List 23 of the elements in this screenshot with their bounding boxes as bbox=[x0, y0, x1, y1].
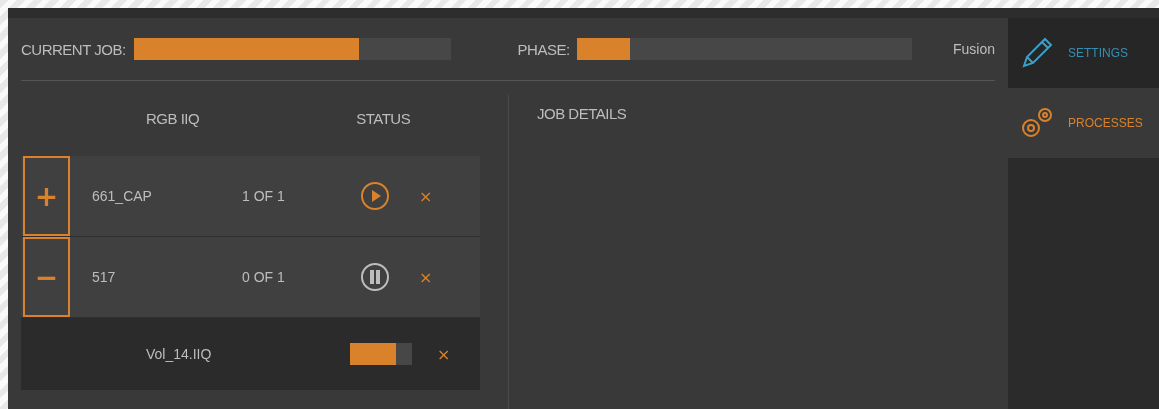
sidebar-item[interactable]: SETTINGS bbox=[1008, 18, 1159, 88]
section-title: JOB DETAILS bbox=[537, 105, 628, 122]
expand-button[interactable]: + bbox=[23, 156, 70, 236]
job-row[interactable]: − 517 0 OF 1 × bbox=[21, 237, 480, 318]
job-name: 661_CAP bbox=[92, 188, 153, 204]
job-count: 0 OF 1 bbox=[242, 269, 286, 285]
remove-button[interactable]: × bbox=[415, 267, 437, 287]
progress-bar bbox=[350, 343, 412, 365]
file-name: Vol_14.IIQ bbox=[146, 346, 213, 362]
remove-button[interactable]: × bbox=[433, 344, 455, 364]
phase-value: Fusion bbox=[952, 41, 995, 57]
column-header: STATUS bbox=[356, 110, 411, 127]
sidebar-item[interactable]: PROCESSES bbox=[1008, 88, 1159, 158]
expand-button[interactable]: − bbox=[23, 237, 70, 317]
phase-label: PHASE: bbox=[517, 40, 570, 58]
play-icon bbox=[360, 181, 390, 211]
job-row[interactable]: + 661_CAP 1 OF 1 × bbox=[21, 156, 480, 237]
job-label: CURRENT JOB: bbox=[21, 40, 126, 58]
pause-icon bbox=[360, 262, 390, 292]
remove-button[interactable]: × bbox=[415, 186, 437, 206]
column-header: RGB IIQ bbox=[146, 110, 200, 127]
job-count: 1 OF 1 bbox=[242, 188, 286, 204]
job-name: 517 bbox=[92, 269, 117, 285]
